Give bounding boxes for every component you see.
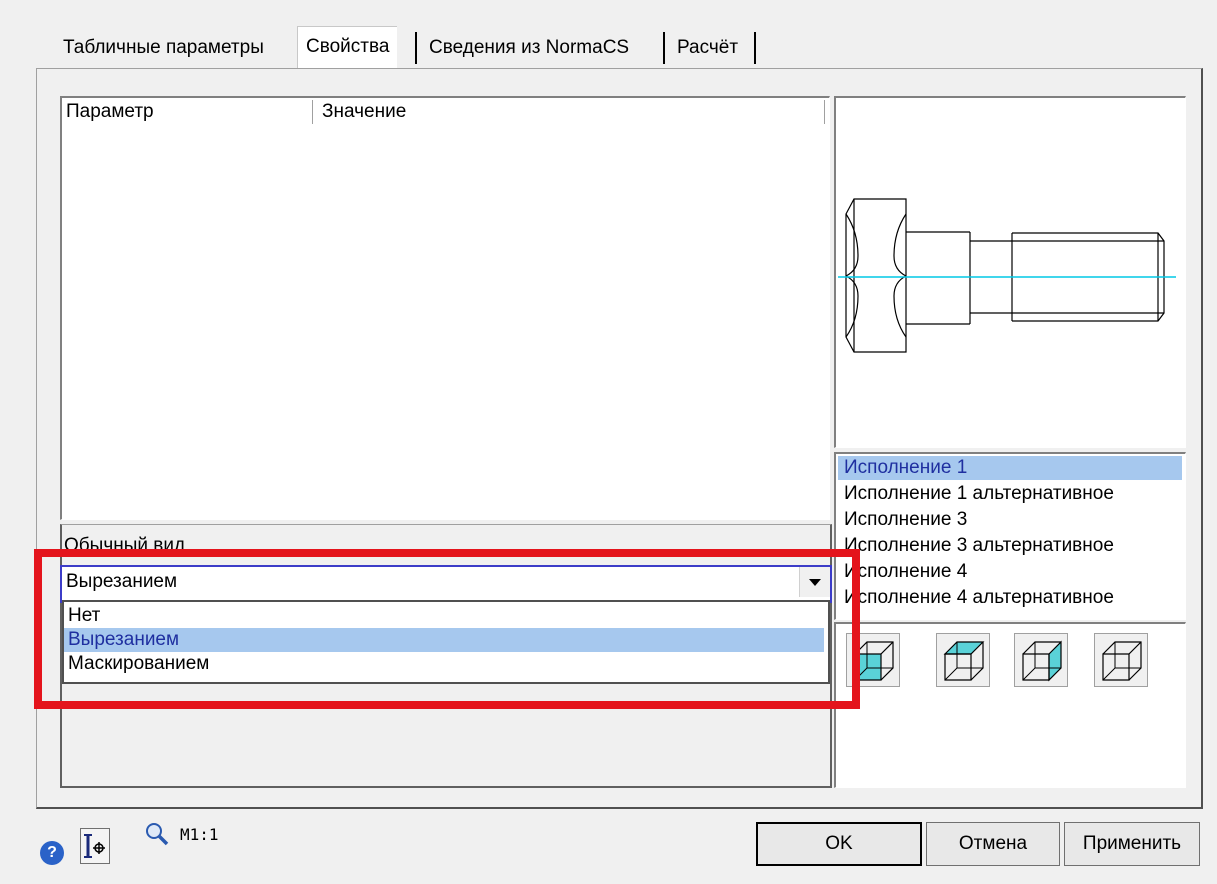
- cancel-button[interactable]: Отмена: [926, 822, 1060, 866]
- tab-divider: [663, 32, 665, 64]
- table-header: Параметр Значение: [62, 98, 828, 126]
- variants-list[interactable]: Исполнение 1 Исполнение 1 альтернативное…: [834, 452, 1186, 620]
- cube-top-face-icon: [943, 641, 985, 681]
- column-divider[interactable]: [824, 100, 825, 124]
- bolt-drawing: [838, 198, 1176, 353]
- view-side-button[interactable]: [1014, 633, 1068, 687]
- variant-item[interactable]: Исполнение 1 альтернативное: [838, 482, 1182, 506]
- tab-divider: [754, 32, 756, 64]
- tab-properties[interactable]: Свойства: [297, 26, 398, 69]
- view-wireframe-button[interactable]: [1094, 633, 1148, 687]
- variant-item[interactable]: Исполнение 4 альтернативное: [838, 586, 1182, 610]
- highlight-frame: [34, 549, 860, 709]
- snap-point-icon[interactable]: [80, 828, 110, 864]
- variant-item[interactable]: Исполнение 3 альтернативное: [838, 534, 1182, 558]
- column-divider[interactable]: [312, 100, 313, 124]
- column-header-value[interactable]: Значение: [318, 98, 406, 126]
- scale-label: М1:1: [180, 825, 219, 844]
- tab-calculation[interactable]: Расчёт: [669, 28, 746, 68]
- variant-item[interactable]: Исполнение 4: [838, 560, 1182, 584]
- variant-item[interactable]: Исполнение 1: [838, 456, 1182, 480]
- column-header-parameter[interactable]: Параметр: [62, 98, 154, 126]
- zoom-icon[interactable]: [144, 821, 170, 847]
- help-icon[interactable]: ?: [40, 841, 64, 865]
- tab-divider: [415, 32, 417, 64]
- tab-normacs-info[interactable]: Сведения из NormaCS: [421, 28, 637, 68]
- view-top-button[interactable]: [936, 633, 990, 687]
- bolt-preview: [834, 96, 1186, 448]
- ok-button[interactable]: OK: [756, 822, 922, 866]
- parameters-table[interactable]: Параметр Значение: [60, 96, 830, 520]
- cube-wireframe-icon: [1102, 641, 1142, 681]
- apply-button[interactable]: Применить: [1064, 822, 1200, 866]
- cube-side-face-icon: [1022, 640, 1062, 682]
- variant-item[interactable]: Исполнение 3: [838, 508, 1182, 532]
- tab-table-params[interactable]: Табличные параметры: [55, 28, 272, 68]
